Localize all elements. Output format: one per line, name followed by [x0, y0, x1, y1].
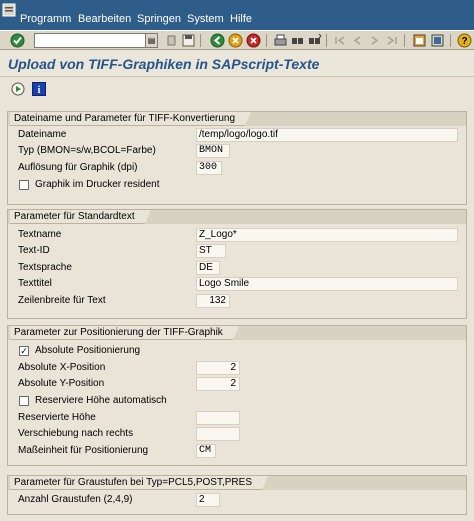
toolbar-separator	[326, 34, 327, 47]
resident-label: Graphik im Drucker resident	[35, 179, 160, 190]
first-page-icon[interactable]	[333, 33, 348, 48]
toolbar-separator	[266, 34, 267, 47]
type-field[interactable]: BMON	[196, 144, 230, 158]
gray-count-field[interactable]: 2	[196, 493, 220, 507]
resident-checkbox[interactable]	[19, 180, 29, 190]
textname-field[interactable]: Z_Logo*	[196, 228, 458, 242]
svg-text:?: ?	[461, 36, 467, 47]
xpos-label: Absolute X-Position	[18, 362, 106, 373]
window-menu-icon[interactable]	[2, 3, 16, 17]
texttitle-field[interactable]: Logo Smile	[196, 277, 458, 291]
textname-label: Textname	[18, 229, 62, 240]
help-icon[interactable]: ?	[457, 33, 472, 48]
frame-file-parameters: Dateiname und Parameter für TIFF-Konvert…	[7, 111, 467, 205]
reserved-height-field[interactable]	[196, 411, 240, 425]
filename-field[interactable]: /temp/logo/logo.tif	[196, 128, 458, 142]
find-icon[interactable]	[290, 33, 305, 48]
frame-title: Dateiname und Parameter für TIFF-Konvert…	[10, 112, 252, 126]
linewidth-label: Zeilenbreite für Text	[18, 295, 106, 306]
menu-bearbeiten[interactable]: Bearbeiten	[78, 13, 131, 25]
application-toolbar: i	[0, 78, 474, 100]
absolute-position-label: Absolute Positionierung	[35, 345, 141, 356]
reserved-height-label: Reservierte Höhe	[18, 412, 96, 423]
exit-icon[interactable]	[228, 33, 243, 48]
filename-label: Dateiname	[18, 129, 67, 140]
reserve-height-auto-label: Reserviere Höhe automatisch	[35, 395, 167, 406]
ypos-field[interactable]: 2	[196, 377, 240, 391]
frame-text-parameters: Parameter für Standardtext Textname Z_Lo…	[7, 209, 467, 319]
toolbar-separator	[200, 34, 201, 47]
menu-programm[interactable]: Programm	[20, 13, 71, 25]
language-label: Textsprache	[18, 262, 72, 273]
unit-label: Maßeinheit für Positionierung	[18, 445, 149, 456]
screen-title: Upload von TIFF-Graphiken in SAPscript-T…	[8, 56, 320, 72]
menu-system[interactable]: System	[187, 13, 224, 25]
enter-checkmark-icon[interactable]	[10, 33, 25, 48]
find-next-icon[interactable]	[307, 33, 322, 48]
unit-field[interactable]: CM	[196, 444, 216, 458]
gray-count-label: Anzahl Graustufen (2,4,9)	[18, 494, 133, 505]
language-field[interactable]: DE	[196, 261, 220, 275]
texttitle-label: Texttitel	[18, 278, 52, 289]
shift-right-field[interactable]	[196, 427, 240, 441]
command-history-dropdown-icon[interactable]: ▤	[145, 34, 157, 47]
ypos-label: Absolute Y-Position	[18, 378, 105, 389]
menu-springen[interactable]: Springen	[137, 13, 181, 25]
textid-field[interactable]: ST	[196, 244, 226, 258]
toolbar-separator	[450, 34, 451, 47]
save-icon[interactable]	[181, 33, 196, 48]
xpos-field[interactable]: 2	[196, 361, 240, 375]
last-page-icon[interactable]	[384, 33, 399, 48]
toolbar-separator	[404, 34, 405, 47]
textid-label: Text-ID	[18, 245, 50, 256]
frame-title: Parameter zur Positionierung der TIFF-Gr…	[10, 326, 239, 340]
save-scroll-icon[interactable]	[164, 33, 179, 48]
previous-page-icon[interactable]	[350, 33, 365, 48]
create-shortcut-icon[interactable]	[430, 33, 445, 48]
print-icon[interactable]	[273, 33, 288, 48]
linewidth-field[interactable]: 132	[196, 294, 230, 308]
frame-grayscale-parameters: Parameter für Graustufen bei Typ=PCL5,PO…	[7, 475, 467, 515]
frame-title: Parameter für Graustufen bei Typ=PCL5,PO…	[10, 476, 268, 490]
back-icon[interactable]	[210, 33, 225, 48]
cancel-icon[interactable]	[246, 33, 261, 48]
resolution-field[interactable]: 300	[196, 161, 222, 175]
frame-position-parameters: Parameter zur Positionierung der TIFF-Gr…	[7, 325, 467, 466]
reserve-height-auto-checkbox[interactable]	[19, 396, 29, 406]
menu-hilfe[interactable]: Hilfe	[230, 13, 252, 25]
next-page-icon[interactable]	[367, 33, 382, 48]
menu-bar: Programm Bearbeiten Springen System Hilf…	[0, 0, 474, 30]
shift-right-label: Verschiebung nach rechts	[18, 428, 134, 439]
absolute-position-checkbox[interactable]: ✓	[19, 346, 29, 356]
screen-title-bar: Upload von TIFF-Graphiken in SAPscript-T…	[0, 51, 474, 77]
information-icon[interactable]: i	[32, 82, 46, 96]
command-field[interactable]: ▤	[34, 33, 158, 48]
resolution-label: Auflösung für Graphik (dpi)	[18, 162, 138, 173]
new-session-icon[interactable]	[412, 33, 427, 48]
type-label: Typ (BMON=s/w,BCOL=Farbe)	[18, 145, 156, 156]
frame-title: Parameter für Standardtext	[10, 210, 151, 224]
svg-text:i: i	[38, 85, 41, 96]
execute-icon[interactable]	[11, 82, 25, 96]
standard-toolbar: ▤ ?	[0, 30, 474, 50]
